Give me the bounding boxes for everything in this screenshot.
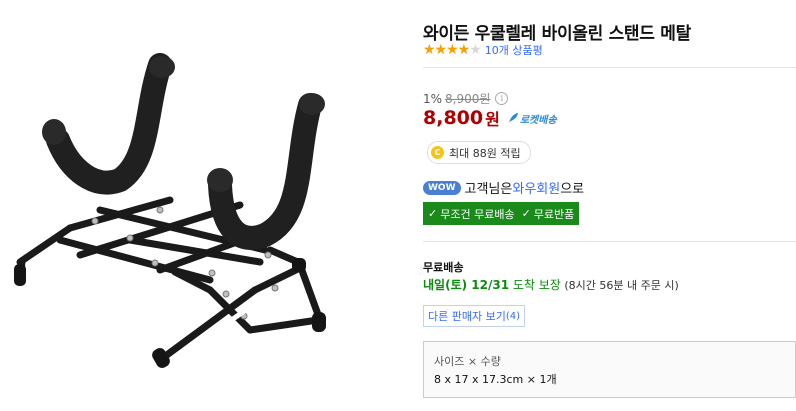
product-title: 와이든 우쿨렐레 바이올린 스탠드 메탈 (423, 24, 691, 44)
sale-price-unit: 원 (485, 110, 500, 129)
check-icon: ✓ (521, 207, 531, 220)
discount-row: 1% 8,900원 i (423, 90, 509, 107)
other-sellers-label: 다른 판매자 보기 (428, 310, 506, 323)
wow-member-link[interactable]: 와우회원 (512, 178, 560, 197)
wow-prefix: 고객님은 (464, 182, 513, 197)
product-image[interactable] (0, 0, 400, 407)
sale-price-row: 8,800 원 로켓배송 (423, 106, 557, 130)
option-label: 사이즈 × 수량 (434, 355, 501, 368)
arrival-info: 내일(토) 12/31 도착 보장 (8시간 56분 내 주문 시) (423, 276, 679, 293)
free-return-label: 무료반품 (533, 207, 575, 221)
check-icon: ✓ (428, 207, 438, 220)
option-selector[interactable]: 사이즈 × 수량 8 x 17 x 17.3cm × 1개 (423, 341, 796, 398)
info-icon[interactable]: i (495, 92, 509, 105)
wow-suffix: 으로 (560, 182, 585, 197)
arrival-guarantee: 도착 보장 (509, 278, 561, 292)
divider (423, 241, 796, 242)
arrival-date: 내일(토) 12/31 (423, 278, 510, 292)
rating-row: ★★★★★ ★★★★★ 10개 상품평 (423, 42, 543, 58)
rocket-icon (507, 113, 518, 123)
coin-icon: C (431, 146, 444, 159)
other-sellers-button[interactable]: 다른 판매자 보기 (4) (423, 305, 526, 327)
wow-member-row: WOW 고객님은 와우회원 으로 (423, 178, 584, 197)
shipping-fee-label: 무료배송 (423, 261, 464, 274)
review-count-link[interactable]: 10개 상품평 (485, 42, 543, 58)
free-benefits-box: ✓ 무조건 무료배송 ✓ 무료반품 (423, 202, 580, 225)
rocket-delivery-label: 로켓배송 (519, 114, 557, 126)
reward-text: 최대 88원 적립 (449, 146, 521, 160)
wow-badge: WOW (423, 180, 461, 195)
star-rating: ★★★★★ ★★★★★ (423, 42, 482, 58)
rocket-delivery-badge: 로켓배송 (507, 111, 557, 126)
divider (423, 67, 796, 68)
stand-photo (0, 0, 400, 407)
star-rating-filled: ★★★★★ (423, 42, 470, 58)
reward-badge: C 최대 88원 적립 (427, 141, 531, 164)
discount-rate: 1% (423, 91, 443, 106)
free-shipping-label: 무조건 무료배송 (440, 207, 515, 221)
original-price: 8,900원 (445, 92, 491, 106)
sale-price: 8,800 (423, 107, 484, 129)
other-sellers-count: (4) (505, 310, 521, 322)
order-deadline: (8시간 56분 내 주문 시) (560, 279, 679, 292)
option-value: 8 x 17 x 17.3cm × 1개 (434, 373, 557, 386)
